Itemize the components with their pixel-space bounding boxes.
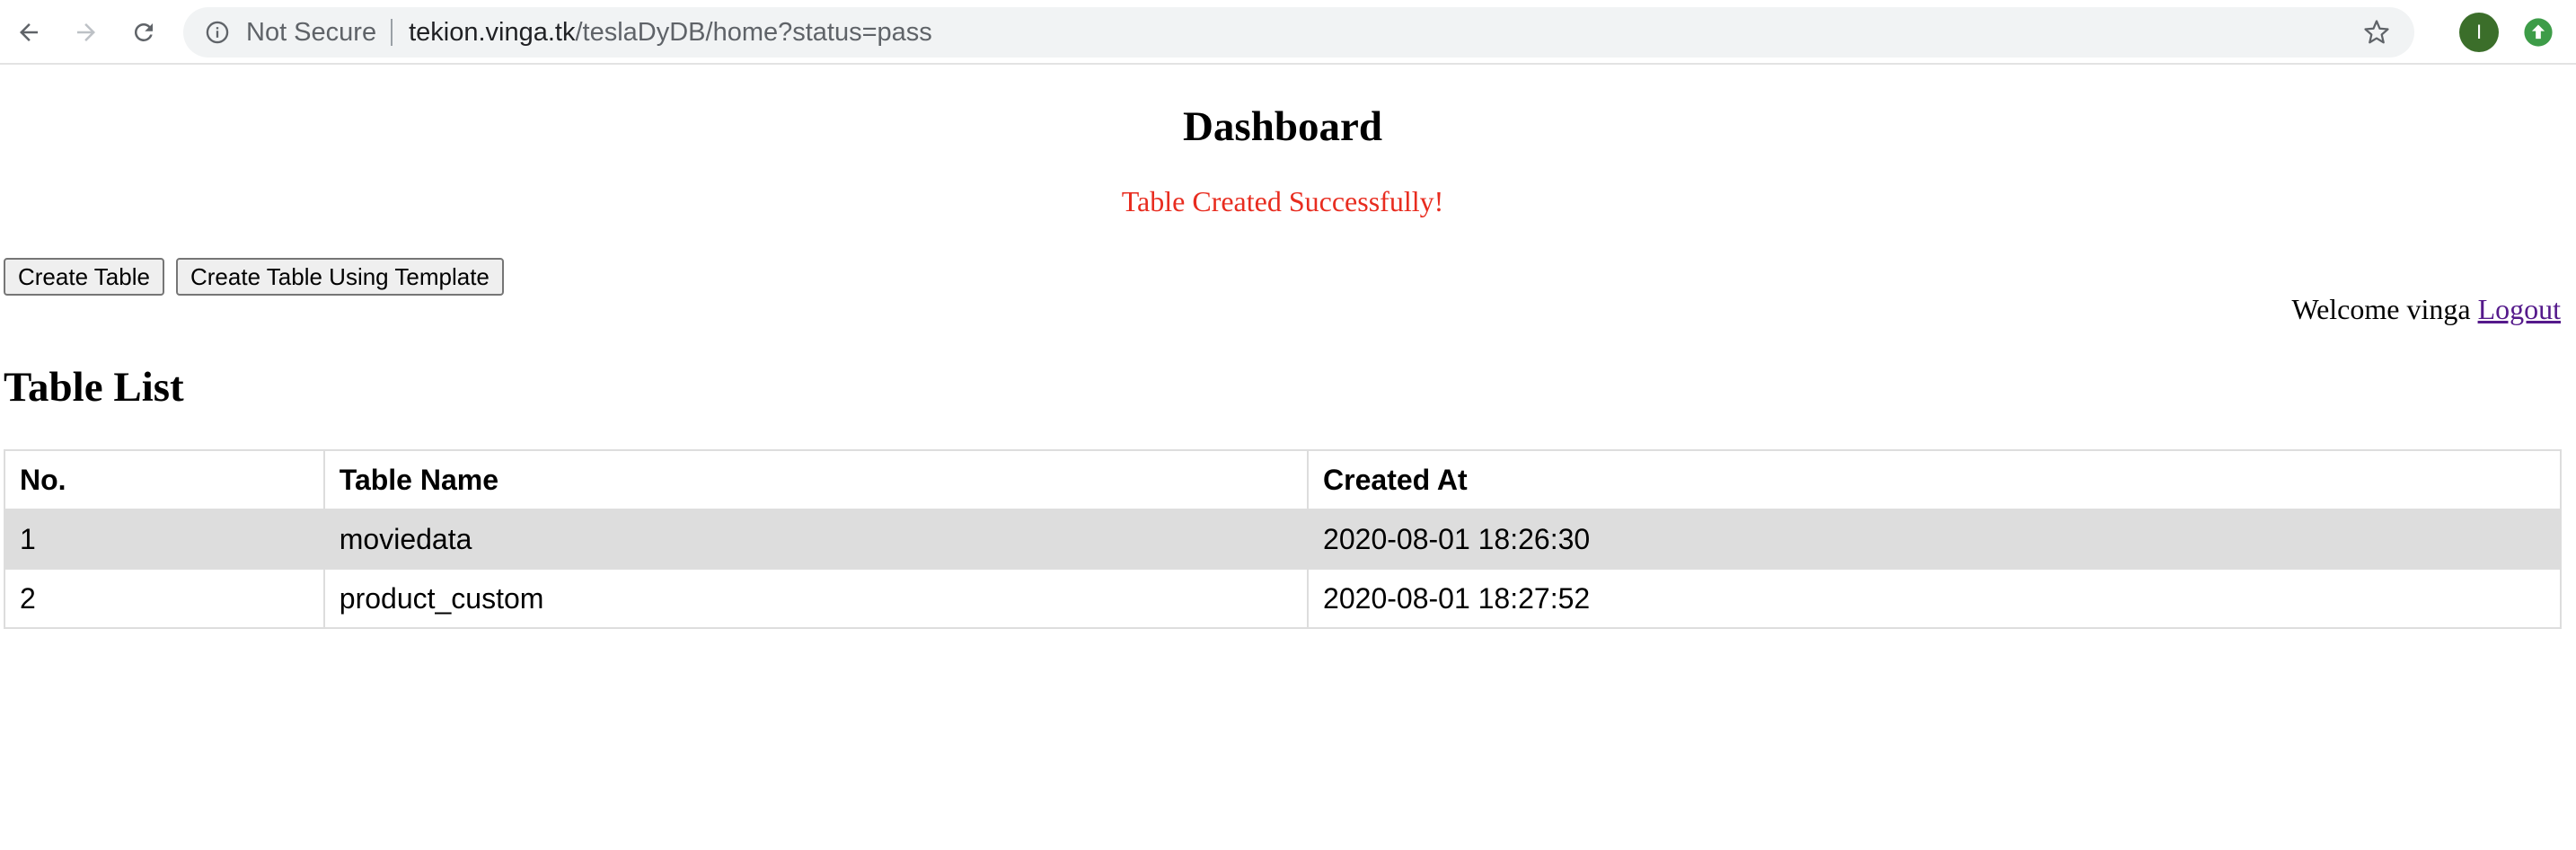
cell-no: 1 <box>4 509 325 570</box>
status-message: Table Created Successfully! <box>1121 185 1444 217</box>
section-title: Table List <box>4 364 184 411</box>
url-path: /teslaDyDB/home?status=pass <box>575 17 932 47</box>
cell-table-name: moviedata <box>322 509 1310 570</box>
info-icon[interactable] <box>203 18 232 47</box>
logout-link[interactable]: Logout <box>2478 293 2561 325</box>
cell-created-at: 2020-08-01 18:26:30 <box>1307 509 2562 570</box>
welcome-area: Welcome vinga Logout <box>2291 291 2561 327</box>
cell-no: 2 <box>4 568 325 629</box>
forward-button[interactable] <box>68 13 104 52</box>
page-content: Dashboard Table Created Successfully! Cr… <box>0 65 2576 850</box>
table-header-row: No. Table Name Created At <box>4 449 2562 510</box>
table-row[interactable]: 2 product_custom 2020-08-01 18:27:52 <box>4 568 2562 629</box>
not-secure-label: Not Secure <box>246 17 377 47</box>
address-divider <box>391 19 393 46</box>
column-header-table-name: Table Name <box>322 449 1310 510</box>
create-table-template-button[interactable]: Create Table Using Template <box>176 258 504 296</box>
back-icon <box>20 23 38 41</box>
create-table-button[interactable]: Create Table <box>4 258 164 296</box>
table-list: No. Table Name Created At 1 moviedata 20… <box>4 449 2562 629</box>
reload-button[interactable] <box>126 13 162 52</box>
column-header-no: No. <box>4 449 325 510</box>
back-button[interactable] <box>11 13 47 52</box>
cell-created-at: 2020-08-01 18:27:52 <box>1307 568 2562 629</box>
url-host: tekion.vinga.tk <box>409 17 576 47</box>
page-title: Dashboard <box>1182 103 1382 150</box>
reload-icon <box>134 22 153 41</box>
browser-toolbar: Not Secure tekion.vinga.tk /teslaDyDB/ho… <box>0 0 2576 65</box>
welcome-text: Welcome vinga <box>2291 293 2471 325</box>
forward-icon <box>77 23 95 41</box>
star-icon[interactable] <box>2360 16 2393 49</box>
address-bar[interactable]: Not Secure tekion.vinga.tk /teslaDyDB/ho… <box>183 7 2414 58</box>
table-row[interactable]: 1 moviedata 2020-08-01 18:26:30 <box>4 509 2562 570</box>
profile-avatar[interactable]: I <box>2459 13 2499 52</box>
extension-icon[interactable] <box>2522 16 2554 49</box>
cell-table-name: product_custom <box>322 568 1310 629</box>
column-header-created-at: Created At <box>1307 449 2562 510</box>
